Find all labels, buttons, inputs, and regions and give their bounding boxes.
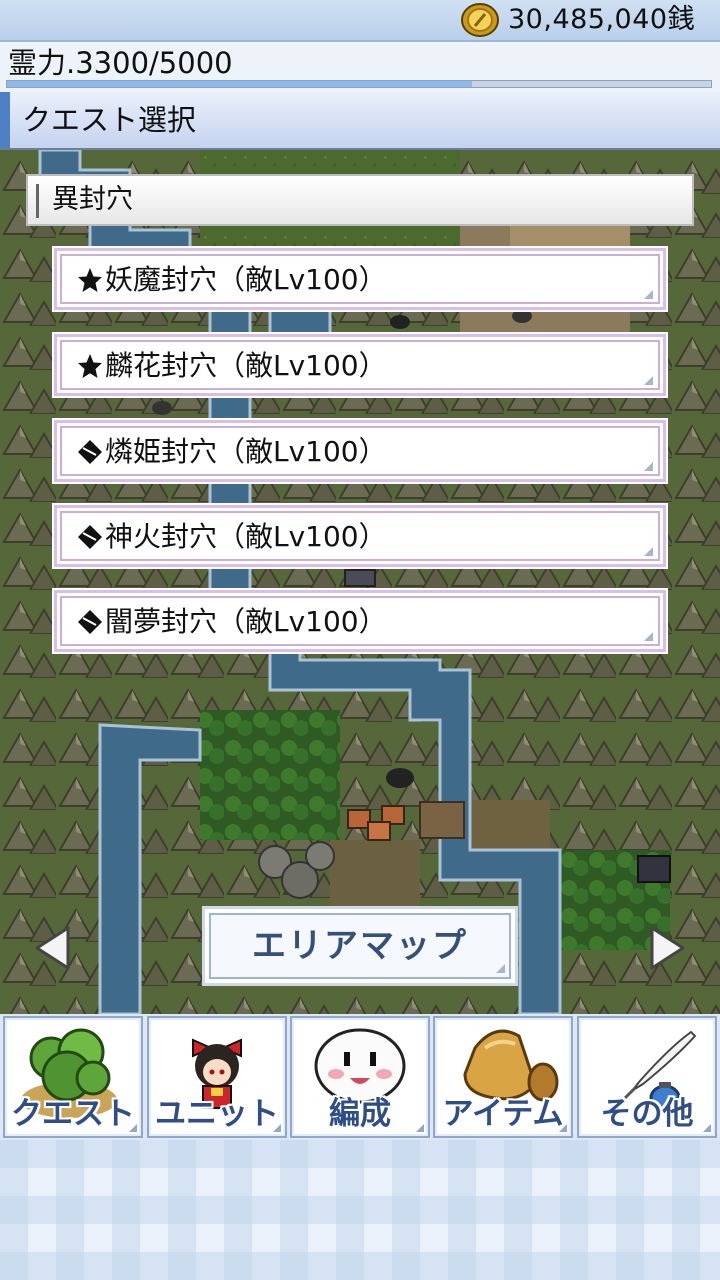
- star-icon: [78, 268, 102, 292]
- corner-mark: [129, 1124, 137, 1132]
- quest-button-4[interactable]: 神火封穴（敵Lv100）: [52, 503, 668, 569]
- section-header: クエスト選択: [0, 92, 720, 150]
- diamond-icon: [78, 440, 102, 464]
- diamond-icon: [78, 525, 102, 549]
- area-title-bar: 異封穴: [26, 174, 694, 226]
- corner-mark: [703, 1124, 711, 1132]
- quest-label: 闇夢封穴（敵Lv100）: [105, 605, 387, 638]
- spirit-power-fill: [7, 81, 472, 87]
- quest-label: 妖魔封穴（敵Lv100）: [105, 263, 387, 296]
- corner-mark: [496, 964, 505, 973]
- quest-button-5[interactable]: 闇夢封穴（敵Lv100）: [52, 588, 668, 654]
- quest-button-1[interactable]: 妖魔封穴（敵Lv100）: [52, 246, 668, 312]
- nav-label: アイテム: [442, 1096, 564, 1132]
- nav-quest[interactable]: クエスト: [3, 1016, 143, 1138]
- quest-button-2[interactable]: 麟花封穴（敵Lv100）: [52, 332, 668, 398]
- corner-mark: [559, 1124, 567, 1132]
- nav-other[interactable]: その他: [577, 1016, 717, 1138]
- nav-label: クエスト: [11, 1096, 135, 1132]
- nav-label: その他: [600, 1096, 694, 1132]
- nav-label: ユニット: [155, 1096, 279, 1132]
- star-icon: [78, 354, 102, 378]
- top-status-bar: 30,485,040銭: [0, 0, 720, 40]
- nav-label: 編成: [329, 1096, 391, 1132]
- gold-coin-icon: [461, 3, 499, 37]
- corner-mark: [644, 462, 653, 471]
- footer-pattern: [0, 1140, 720, 1280]
- area-map-label: エリアマップ: [252, 926, 468, 966]
- spirit-power-bar: 霊力.3300/5000: [0, 40, 720, 92]
- quest-label: 麟花封穴（敵Lv100）: [105, 349, 387, 382]
- corner-mark: [644, 632, 653, 641]
- quest-button-3[interactable]: 燐姫封穴（敵Lv100）: [52, 418, 668, 484]
- corner-mark: [273, 1124, 281, 1132]
- bottom-nav: クエスト ユニット 編成 アイテム その他: [0, 1014, 720, 1140]
- corner-mark: [416, 1124, 424, 1132]
- spirit-power-track: [6, 80, 712, 88]
- nav-formation[interactable]: 編成: [290, 1016, 430, 1138]
- corner-mark: [644, 290, 653, 299]
- nav-item[interactable]: アイテム: [433, 1016, 573, 1138]
- corner-mark: [644, 547, 653, 556]
- area-map-button[interactable]: エリアマップ: [202, 906, 518, 986]
- section-title: クエスト選択: [22, 103, 197, 137]
- area-name: 異封穴: [52, 184, 133, 215]
- money-amount: 30,485,040銭: [508, 4, 696, 35]
- quest-label: 神火封穴（敵Lv100）: [105, 520, 387, 553]
- diamond-icon: [78, 610, 102, 634]
- nav-unit[interactable]: ユニット: [147, 1016, 287, 1138]
- quest-label: 燐姫封穴（敵Lv100）: [105, 435, 387, 468]
- previous-arrow-icon[interactable]: [34, 926, 70, 970]
- spirit-power-label: 霊力.3300/5000: [8, 46, 233, 80]
- next-arrow-icon[interactable]: [650, 926, 686, 970]
- corner-mark: [644, 376, 653, 385]
